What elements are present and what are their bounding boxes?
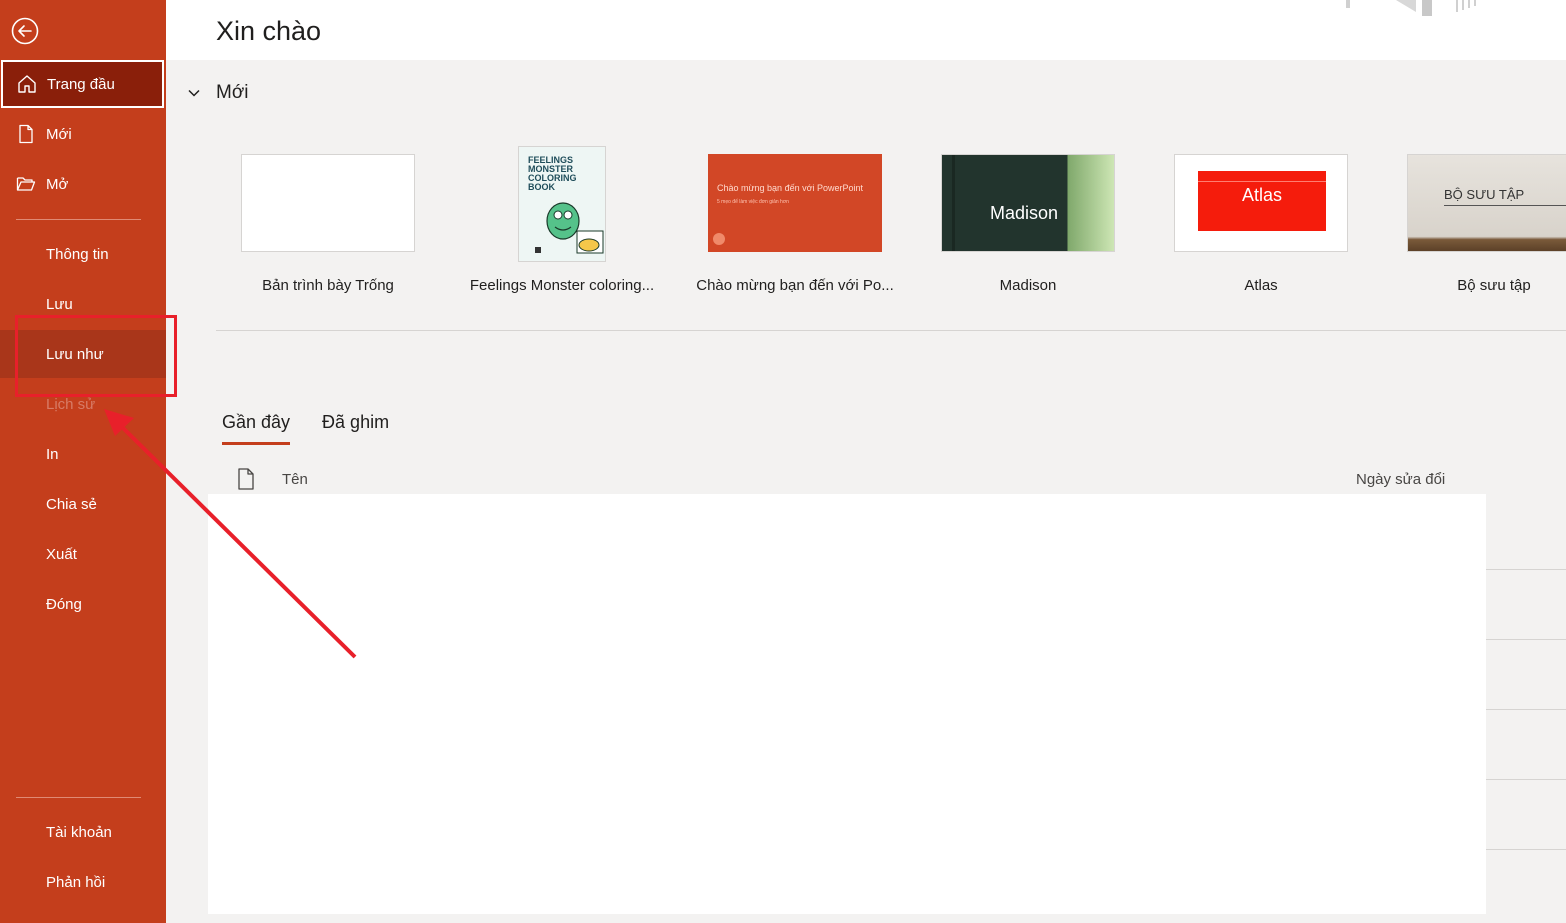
thumbnail-decoration <box>952 155 955 251</box>
template-label: Feelings Monster coloring... <box>469 277 655 294</box>
sidebar-item-save-as[interactable]: Lưu như <box>0 330 166 378</box>
new-section-title: Mới <box>216 82 249 103</box>
recent-files-list <box>208 494 1486 914</box>
sidebar-item-history: Lịch sử <box>0 380 166 428</box>
back-arrow-icon[interactable] <box>11 17 39 45</box>
row-divider <box>1486 709 1566 710</box>
section-divider <box>216 330 1566 331</box>
sidebar-item-label: In <box>46 445 59 463</box>
sidebar-item-label: Xuất <box>46 545 77 563</box>
template-atlas[interactable]: Atlas Atlas <box>1156 146 1366 316</box>
sidebar-item-label: Lịch sử <box>46 395 96 413</box>
template-label: Bản trình bày Trống <box>262 277 394 294</box>
header-decoration <box>1346 0 1476 16</box>
template-label: Madison <box>999 277 1057 294</box>
sidebar-item-label: Lưu như <box>46 345 104 363</box>
sidebar-item-account[interactable]: Tài khoản <box>0 808 166 856</box>
thumbnail-decoration <box>1444 205 1566 206</box>
template-thumbnail: Madison <box>941 154 1115 252</box>
powerpoint-logo-icon <box>713 233 725 245</box>
sidebar-item-new[interactable]: Mới <box>0 110 166 158</box>
backstage-sidebar: Trang đầu Mới Mở Thông tin Lưu Lưu như L… <box>0 0 166 923</box>
list-row-separators <box>1486 494 1566 914</box>
sidebar-item-label: Mới <box>46 125 72 143</box>
sidebar-item-label: Chia sẻ <box>46 495 97 513</box>
monster-illustration <box>535 202 604 254</box>
sidebar-item-open[interactable]: Mở <box>0 160 166 208</box>
template-thumbnail: Chào mừng bạn đến với PowerPoint 5 mẹo đ… <box>708 154 882 252</box>
sidebar-divider <box>16 797 141 798</box>
template-welcome-powerpoint[interactable]: Chào mừng bạn đến với PowerPoint 5 mẹo đ… <box>690 146 900 316</box>
thumbnail-title: Madison <box>990 203 1059 223</box>
sidebar-item-label: Đóng <box>46 595 82 613</box>
sidebar-item-label: Trang đầu <box>47 75 115 93</box>
column-header-date-modified[interactable]: Ngày sửa đổi <box>1356 471 1445 488</box>
page-title: Xin chào <box>216 16 322 46</box>
sidebar-item-close[interactable]: Đóng <box>0 580 166 628</box>
thumbnail-title: FEELINGS MONSTER COLORING BOOK <box>528 155 577 192</box>
thumbnail-banner: Atlas <box>1198 171 1326 231</box>
sidebar-item-print[interactable]: In <box>0 430 166 478</box>
template-blank[interactable]: Bản trình bày Trống <box>223 146 433 316</box>
template-madison[interactable]: Madison Madison <box>923 146 1133 316</box>
template-label: Chào mừng bạn đến với Po... <box>696 277 894 294</box>
sidebar-divider <box>16 219 141 220</box>
file-icon <box>238 468 254 490</box>
column-header-name[interactable]: Tên <box>282 471 308 488</box>
template-label: Bộ sưu tập <box>1457 277 1531 294</box>
sidebar-item-info[interactable]: Thông tin <box>0 230 166 278</box>
template-feelings-monster[interactable]: FEELINGS MONSTER COLORING BOOK Feelings … <box>457 146 667 316</box>
new-section-header[interactable]: Mới <box>186 82 249 104</box>
row-divider <box>1486 639 1566 640</box>
template-thumbnail: Atlas <box>1174 154 1348 252</box>
sidebar-item-save[interactable]: Lưu <box>0 280 166 328</box>
sidebar-item-label: Mở <box>46 175 69 193</box>
header: Xin chào <box>166 0 1566 60</box>
thumbnail-decoration <box>1198 181 1326 182</box>
sidebar-item-label: Thông tin <box>46 245 109 263</box>
template-thumbnail: BỘ SƯU TẬP <box>1407 154 1566 252</box>
thumbnail-title: Chào mừng bạn đến với PowerPoint <box>717 183 864 193</box>
new-document-icon <box>19 124 33 144</box>
sidebar-item-label: Lưu <box>46 295 73 313</box>
template-thumbnail: FEELINGS MONSTER COLORING BOOK <box>518 146 606 262</box>
row-divider <box>1486 779 1566 780</box>
open-folder-icon <box>16 177 36 191</box>
recent-tabs: Gần đây Đã ghim <box>222 412 389 445</box>
tab-pinned[interactable]: Đã ghim <box>322 412 389 441</box>
sidebar-item-share[interactable]: Chia sẻ <box>0 480 166 528</box>
sidebar-item-label: Phản hồi <box>46 873 106 891</box>
thumbnail-title: BỘ SƯU TẬP <box>1444 187 1525 202</box>
row-divider <box>1486 569 1566 570</box>
sidebar-item-export[interactable]: Xuất <box>0 530 166 578</box>
row-divider <box>1486 849 1566 850</box>
sidebar-item-home[interactable]: Trang đầu <box>1 60 164 108</box>
new-section: Mới Bản trình bày Trống FEELINGS MONSTER… <box>166 60 1566 390</box>
chevron-down-icon[interactable] <box>186 85 202 101</box>
sidebar-item-feedback[interactable]: Phản hồi <box>0 858 166 906</box>
template-label: Atlas <box>1244 277 1278 294</box>
home-icon <box>18 75 36 93</box>
template-gallery[interactable]: BỘ SƯU TẬP Bộ sưu tập <box>1389 146 1566 316</box>
template-thumbnail <box>241 154 415 252</box>
sidebar-item-label: Tài khoản <box>46 823 112 841</box>
tab-recent[interactable]: Gần đây <box>222 412 291 445</box>
thumbnail-subtitle: 5 mẹo để làm việc đơn giản hơn <box>717 199 789 205</box>
recent-list-header: Tên Ngày sửa đổi <box>236 468 1466 492</box>
thumbnail-title: Atlas <box>1241 185 1283 205</box>
